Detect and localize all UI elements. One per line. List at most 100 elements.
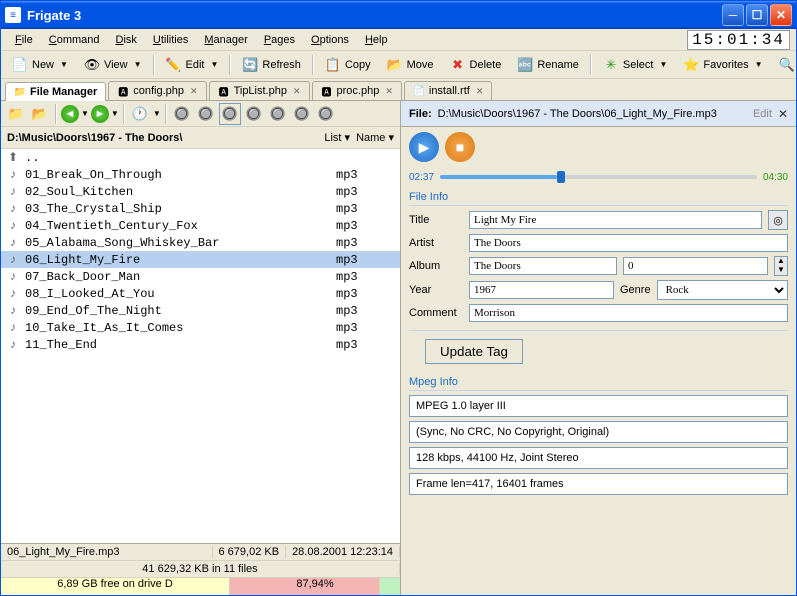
app-icon: ≡: [5, 7, 21, 23]
list-item[interactable]: ♪03_The_Crystal_Shipmp3: [1, 200, 400, 217]
menu-command[interactable]: Command: [41, 32, 108, 48]
folder-icon[interactable]: 📂: [29, 103, 51, 125]
filter-a-icon[interactable]: 🔘: [171, 103, 193, 125]
year-label: Year: [409, 284, 463, 296]
maximize-button[interactable]: ☐: [746, 4, 768, 26]
delete-button[interactable]: ✖Delete: [443, 54, 509, 76]
year-field[interactable]: [469, 281, 614, 299]
file-icon: ♪: [5, 201, 21, 216]
search-button[interactable]: 🔍Search: [772, 54, 797, 76]
album-field[interactable]: [469, 257, 617, 275]
favorites-button[interactable]: ⭐Favorites▼: [676, 54, 769, 76]
stop-button[interactable]: ■: [445, 132, 475, 162]
file-icon: ♪: [5, 167, 21, 182]
preview-header: File: D:\Music\Doors\1967 - The Doors\06…: [401, 101, 796, 127]
nav-icon[interactable]: 🕐: [129, 103, 151, 125]
play-button[interactable]: ▶: [409, 132, 439, 162]
menu-help[interactable]: Help: [357, 32, 396, 48]
filter-e-icon[interactable]: 🔘: [267, 103, 289, 125]
back-button[interactable]: ◄: [61, 105, 79, 123]
artist-field[interactable]: [469, 234, 788, 252]
edit-link[interactable]: Edit: [753, 108, 772, 120]
delete-icon: ✖: [450, 57, 466, 73]
rename-button[interactable]: 🔤Rename: [510, 54, 586, 76]
tab-install-rtf[interactable]: 📄install.rtf✕: [404, 81, 493, 100]
menu-file[interactable]: File: [7, 32, 41, 48]
list-mode[interactable]: List ▾: [324, 131, 350, 144]
tab-proc-php[interactable]: 🅰proc.php✕: [312, 81, 402, 100]
list-item[interactable]: ♪04_Twentieth_Century_Foxmp3: [1, 217, 400, 234]
tab-file-manager[interactable]: 📁File Manager: [5, 82, 106, 101]
filter-d-icon[interactable]: 🔘: [243, 103, 265, 125]
file-label: File:: [409, 108, 432, 120]
list-item[interactable]: ♪09_End_Of_The_Nightmp3: [1, 302, 400, 319]
list-item[interactable]: ♪07_Back_Door_Manmp3: [1, 268, 400, 285]
track-spinner[interactable]: ▲▼: [774, 256, 788, 276]
disk-usage-bar: 87,94%: [230, 578, 400, 595]
list-item[interactable]: ♪08_I_Looked_At_Yoump3: [1, 285, 400, 302]
list-item[interactable]: ♪11_The_Endmp3: [1, 336, 400, 353]
filter-b-icon[interactable]: 🔘: [195, 103, 217, 125]
mpeg-info-line: MPEG 1.0 layer III: [409, 395, 788, 417]
filter-c-icon[interactable]: 🔘: [219, 103, 241, 125]
list-item[interactable]: ♪01_Break_On_Throughmp3: [1, 166, 400, 183]
view-button[interactable]: 👁View▼: [77, 54, 149, 76]
update-tag-button[interactable]: Update Tag: [425, 339, 523, 364]
titlebar: ≡ Frigate 3 ─ ☐ ✕: [1, 1, 796, 29]
artist-label: Artist: [409, 237, 463, 249]
rename-icon: 🔤: [517, 57, 533, 73]
close-button[interactable]: ✕: [770, 4, 792, 26]
move-button[interactable]: 📂Move: [380, 54, 441, 76]
tag-lookup-icon[interactable]: ◎: [768, 210, 788, 230]
tab-close-icon[interactable]: ✕: [190, 86, 198, 97]
new-icon: 📄: [12, 57, 28, 73]
genre-select[interactable]: Rock: [657, 280, 788, 300]
sort-mode[interactable]: Name ▾: [356, 131, 394, 144]
tab-close-icon[interactable]: ✕: [293, 86, 301, 97]
file-list[interactable]: ⬆..♪01_Break_On_Throughmp3♪02_Soul_Kitch…: [1, 149, 400, 543]
file-icon: ♪: [5, 286, 21, 301]
main-toolbar: 📄New▼👁View▼ ✏️Edit▼ 🔄Refresh 📋Copy📂Move✖Del…: [1, 51, 796, 79]
player-controls: ▶ ■: [401, 127, 796, 167]
menu-options[interactable]: Options: [303, 32, 357, 48]
new-button[interactable]: 📄New▼: [5, 54, 75, 76]
search-icon: 🔍: [779, 57, 795, 73]
tab-config-php[interactable]: 🅰config.php✕: [108, 81, 206, 100]
title-field[interactable]: [469, 211, 762, 229]
forward-button[interactable]: ►: [91, 105, 109, 123]
comment-field[interactable]: [469, 304, 788, 322]
menu-pages[interactable]: Pages: [256, 32, 303, 48]
menu-utilities[interactable]: Utilities: [145, 32, 196, 48]
refresh-button[interactable]: 🔄Refresh: [235, 54, 308, 76]
up-arrow-icon: ⬆: [5, 150, 21, 165]
list-item[interactable]: ♪02_Soul_Kitchenmp3: [1, 183, 400, 200]
current-path: D:\Music\Doors\1967 - The Doors\: [7, 132, 182, 144]
list-item[interactable]: ⬆..: [1, 149, 400, 166]
menu-disk[interactable]: Disk: [108, 32, 145, 48]
filter-f-icon[interactable]: 🔘: [291, 103, 313, 125]
track-field[interactable]: [623, 257, 768, 275]
select-button[interactable]: ✳Select▼: [596, 54, 675, 76]
minimize-button[interactable]: ─: [722, 4, 744, 26]
tab-close-icon[interactable]: ✕: [476, 86, 484, 97]
edit-button[interactable]: ✏️Edit▼: [159, 54, 226, 76]
file-icon: ♪: [5, 303, 21, 318]
tab-close-icon[interactable]: ✕: [385, 86, 393, 97]
clock: 15:01:34: [687, 30, 790, 50]
filter-g-icon[interactable]: 🔘: [315, 103, 337, 125]
close-preview-icon[interactable]: ✕: [778, 107, 788, 121]
status-size: 6 679,02 KB: [213, 546, 287, 558]
seek-bar[interactable]: [440, 175, 757, 179]
title-label: Title: [409, 214, 463, 226]
move-icon: 📂: [387, 57, 403, 73]
up-icon[interactable]: 📁: [5, 103, 27, 125]
menu-manager[interactable]: Manager: [196, 32, 255, 48]
tab-tiplist-php[interactable]: 🅰TipList.php✕: [209, 81, 310, 100]
list-item[interactable]: ♪06_Light_My_Firemp3: [1, 251, 400, 268]
list-item[interactable]: ♪05_Alabama_Song_Whiskey_Barmp3: [1, 234, 400, 251]
window-title: Frigate 3: [27, 8, 722, 23]
select-icon: ✳: [603, 57, 619, 73]
status-date: 28.08.2001 12:23:14: [286, 546, 400, 558]
list-item[interactable]: ♪10_Take_It_As_It_Comesmp3: [1, 319, 400, 336]
copy-button[interactable]: 📋Copy: [318, 54, 378, 76]
